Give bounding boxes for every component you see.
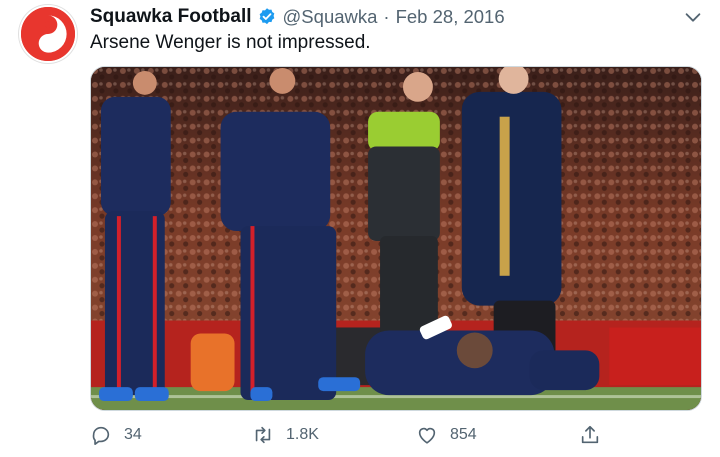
tweet-photo[interactable] (90, 66, 702, 411)
tweet-actions: 34 1.8K 854 (90, 422, 702, 448)
share-icon (581, 425, 599, 444)
verified-badge-icon (259, 8, 274, 25)
tweet-date[interactable]: Feb 28, 2016 (396, 6, 505, 28)
author-name[interactable]: Squawka Football (90, 6, 252, 28)
like-button[interactable]: 854 (416, 422, 477, 448)
squawka-logo-icon (21, 7, 75, 61)
reply-button[interactable]: 34 (90, 422, 142, 448)
reply-count: 34 (124, 426, 142, 443)
tweet-header: Squawka Football @Squawka · Feb 28, 2016 (90, 4, 505, 30)
retweet-icon (255, 426, 271, 444)
like-icon (418, 427, 436, 444)
avatar[interactable] (19, 5, 77, 63)
separator-dot: · (383, 6, 390, 27)
retweet-button[interactable]: 1.8K (252, 422, 319, 448)
tweet-text: Arsene Wenger is not impressed. (90, 32, 371, 53)
tweet-card[interactable]: Squawka Football @Squawka · Feb 28, 2016… (0, 0, 720, 457)
author-handle[interactable]: @Squawka (283, 6, 378, 28)
share-button[interactable] (579, 422, 601, 448)
reply-icon (92, 426, 110, 445)
like-count: 854 (450, 426, 477, 443)
photo-illustration (91, 67, 701, 410)
retweet-count: 1.8K (286, 426, 319, 443)
chevron-down-icon[interactable] (682, 6, 704, 28)
